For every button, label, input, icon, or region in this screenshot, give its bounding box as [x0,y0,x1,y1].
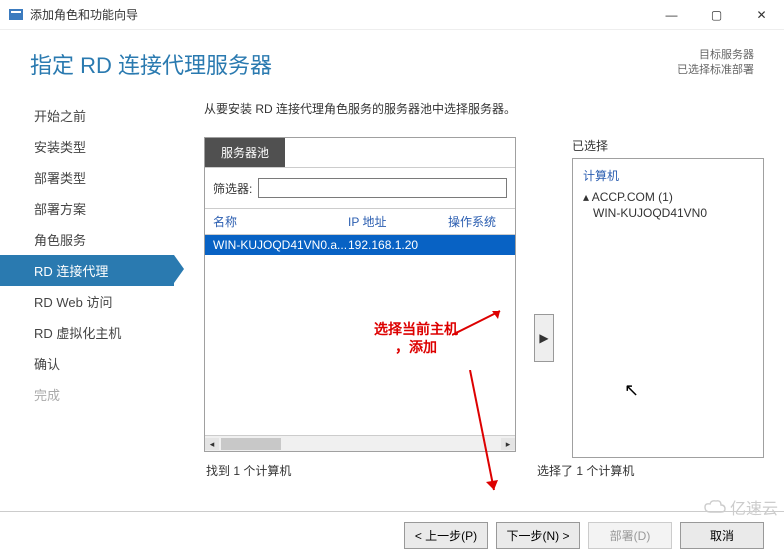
cloud-icon [704,499,726,515]
scroll-right-arrow[interactable]: ▸ [501,438,515,450]
annotation-text: 选择当前主机 ，添加 [374,320,458,356]
scroll-thumb[interactable] [221,438,281,450]
app-icon [8,7,24,23]
tab-server-pool[interactable]: 服务器池 [205,138,285,167]
server-pool-panel: 服务器池 筛选器: 名称 IP 地址 操作系统 WIN-KUJOQD41VN0.… [204,137,516,452]
col-name[interactable]: 名称 [213,213,348,230]
tree-domain-node[interactable]: ▴ ACCP.COM (1) [583,190,753,204]
target-server-label: 目标服务器 [677,48,754,63]
selected-count: 选择了 1 个计算机 [537,462,634,479]
close-button[interactable]: ✕ [739,0,784,30]
filter-input[interactable] [258,178,507,198]
deployment-type-label: 已选择标准部署 [677,63,754,78]
sidebar: 开始之前 安装类型 部署类型 部署方案 角色服务 RD 连接代理 RD Web … [0,90,174,525]
selected-tree: 计算机 ▴ ACCP.COM (1) WIN-KUJOQD41VN0 [573,159,763,457]
cell-name: WIN-KUJOQD41VN0.a... [213,238,348,252]
title-bar: 添加角色和功能向导 — ▢ ✕ [0,0,784,30]
wizard-footer: < 上一步(P) 下一步(N) > 部署(D) 取消 [0,511,784,559]
scroll-left-arrow[interactable]: ◂ [205,438,219,450]
nav-install-type[interactable]: 安装类型 [0,131,174,162]
cancel-button[interactable]: 取消 [680,522,764,549]
nav-rd-connection-broker[interactable]: RD 连接代理 [0,255,174,286]
main-panel: 从要安装 RD 连接代理角色服务的服务器池中选择服务器。 服务器池 筛选器: 名… [174,90,784,525]
tree-header: 计算机 [583,167,753,184]
nav-deploy-scheme[interactable]: 部署方案 [0,193,174,224]
nav-complete: 完成 [0,379,174,410]
watermark: 亿速云 [704,495,778,519]
cell-os [448,238,507,252]
filter-row: 筛选器: [205,168,515,208]
pool-headers: 名称 IP 地址 操作系统 [205,208,515,235]
arrow-right-icon: ▶ [539,331,548,345]
maximize-button[interactable]: ▢ [694,0,739,30]
nav-rd-web-access[interactable]: RD Web 访问 [0,286,174,317]
filter-label: 筛选器: [213,180,252,197]
pool-tab-row: 服务器池 [205,138,515,168]
cell-ip: 192.168.1.20 [348,238,448,252]
selected-label: 已选择 [572,137,764,158]
counts-row: 找到 1 个计算机 选择了 1 个计算机 [204,462,764,479]
nav-rd-virtualization-host[interactable]: RD 虚拟化主机 [0,317,174,348]
deploy-button: 部署(D) [588,522,672,549]
next-button[interactable]: 下一步(N) > [496,522,580,549]
wizard-body: 开始之前 安装类型 部署类型 部署方案 角色服务 RD 连接代理 RD Web … [0,90,784,525]
header-target: 目标服务器 已选择标准部署 [677,48,754,79]
add-server-button[interactable]: ▶ [534,314,554,362]
nav-role-services[interactable]: 角色服务 [0,224,174,255]
horizontal-scrollbar[interactable]: ◂ ▸ [205,435,515,451]
wizard-header: 指定 RD 连接代理服务器 目标服务器 已选择标准部署 [0,30,784,90]
minimize-button[interactable]: — [649,0,694,30]
tree-server-node[interactable]: WIN-KUJOQD41VN0 [593,206,753,220]
page-title: 指定 RD 连接代理服务器 [30,48,272,80]
previous-button[interactable]: < 上一步(P) [404,522,488,549]
pool-area: 服务器池 筛选器: 名称 IP 地址 操作系统 WIN-KUJOQD41VN0.… [204,137,764,458]
col-os[interactable]: 操作系统 [448,213,507,230]
pool-body: WIN-KUJOQD41VN0.a... 192.168.1.20 [205,235,515,435]
nav-before-begin[interactable]: 开始之前 [0,100,174,131]
table-row[interactable]: WIN-KUJOQD41VN0.a... 192.168.1.20 [205,235,515,255]
selected-panel: 计算机 ▴ ACCP.COM (1) WIN-KUJOQD41VN0 [572,158,764,458]
col-ip[interactable]: IP 地址 [348,213,448,230]
window-controls: — ▢ ✕ [649,0,784,30]
nav-confirm[interactable]: 确认 [0,348,174,379]
window-title: 添加角色和功能向导 [30,6,649,23]
found-count: 找到 1 个计算机 [204,462,537,479]
nav-deploy-type[interactable]: 部署类型 [0,162,174,193]
instruction-text: 从要安装 RD 连接代理角色服务的服务器池中选择服务器。 [204,100,764,117]
cursor-icon: ↖ [624,380,639,401]
